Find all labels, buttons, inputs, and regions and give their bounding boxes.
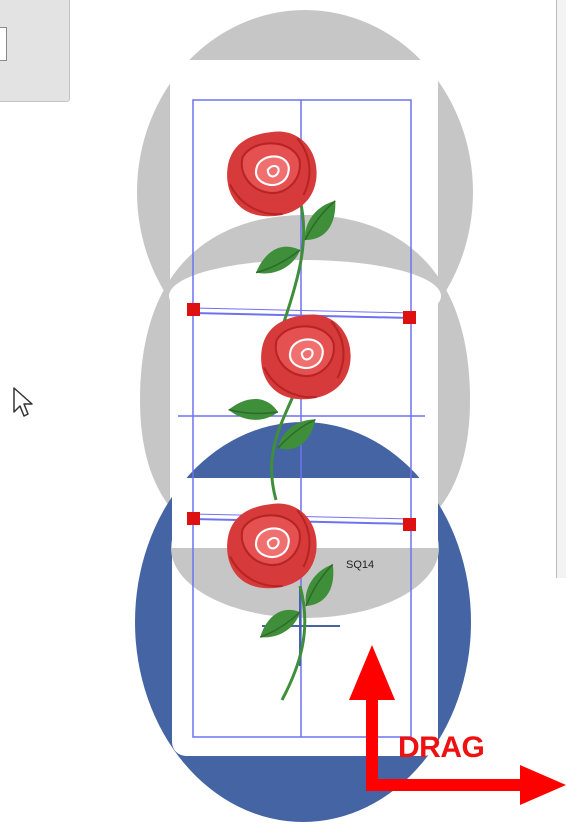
handle-top-right	[403, 311, 416, 324]
mouse-pointer-icon	[13, 387, 33, 417]
rose-flower-icon	[226, 502, 318, 590]
embroidery-canvas[interactable]	[0, 0, 566, 825]
rose-flower-icon	[260, 313, 352, 401]
drag-label: DRAG	[398, 731, 485, 764]
handle-bottom-right	[403, 518, 416, 531]
handle-top-left	[187, 303, 200, 316]
hoop-size-label: SQ14	[346, 559, 375, 571]
handle-bottom-left	[187, 512, 200, 525]
rose-flower-icon	[226, 130, 318, 218]
